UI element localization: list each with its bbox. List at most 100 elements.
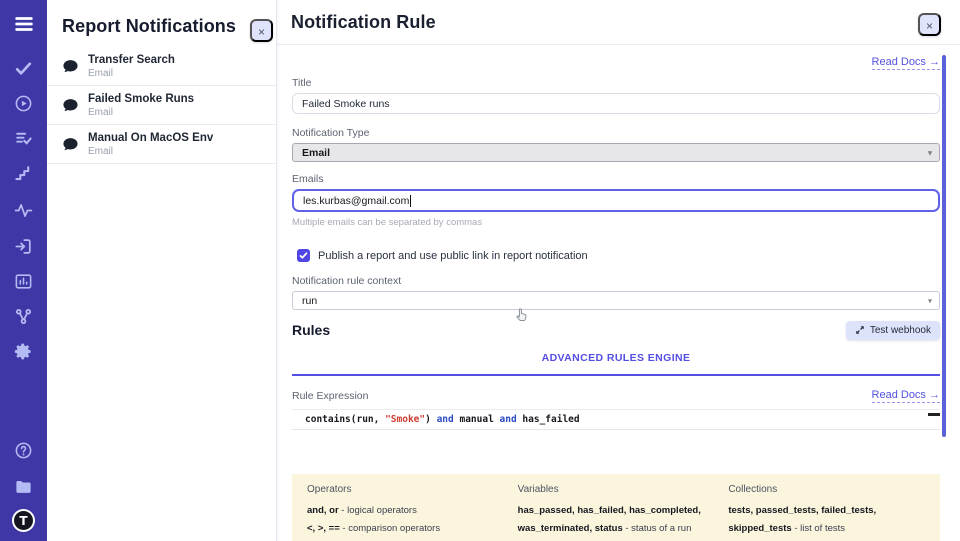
collections-rows: tests, passed_tests, failed_tests, skipp… xyxy=(728,502,925,541)
play-circle-icon[interactable] xyxy=(13,92,35,114)
help-row: automated, manual - type of a run xyxy=(518,537,715,541)
code-token: contains(run, xyxy=(305,414,385,425)
notification-item-text: Manual On MacOS Env Email xyxy=(88,132,213,157)
publish-checkbox[interactable] xyxy=(297,249,310,262)
code-token: ) xyxy=(425,414,436,425)
gear-icon[interactable] xyxy=(13,340,35,362)
help-term: was_terminated, status xyxy=(518,523,623,534)
steps-icon[interactable] xyxy=(13,162,35,184)
code-token: and xyxy=(437,414,454,425)
notification-item-title: Failed Smoke Runs xyxy=(88,93,194,105)
notification-type-label: Notification Type xyxy=(292,127,940,139)
app-window: T Report Notifications × Transfer Search… xyxy=(0,0,960,541)
help-desc: - list of tests xyxy=(792,523,845,534)
help-row: and, or - logical operators xyxy=(307,502,504,520)
help-row: failed_tests.size - number of items in c… xyxy=(728,537,925,541)
notification-item-title: Manual On MacOS Env xyxy=(88,132,213,144)
chevron-down-icon: ▾ xyxy=(928,148,932,157)
tab-advanced-rules-engine[interactable]: ADVANCED RULES ENGINE xyxy=(542,352,691,364)
title-label: Title xyxy=(292,77,940,89)
expression-code-line: contains(run, "Smoke") and manual and ha… xyxy=(292,410,940,430)
variables-heading: Variables xyxy=(518,484,715,495)
text-caret xyxy=(410,195,411,207)
variables-rows: has_passed, has_failed, has_completed,wa… xyxy=(518,502,715,541)
operators-rows: and, or - logical operators<, >, == - co… xyxy=(307,502,504,541)
help-row: <, >, == - comparison operators xyxy=(307,520,504,538)
menu-icon[interactable] xyxy=(13,13,35,35)
context-select[interactable]: run ▾ xyxy=(292,291,940,310)
help-desc: - comparison operators xyxy=(340,523,440,534)
chat-bubble-icon xyxy=(62,58,79,75)
operators-heading: Operators xyxy=(307,484,504,495)
rule-expression-editor[interactable]: contains(run, "Smoke") and manual and ha… xyxy=(292,409,940,474)
panel-title: Report Notifications xyxy=(47,0,276,37)
emails-input[interactable]: les.kurbas@gmail.com xyxy=(292,189,940,212)
context-label: Notification rule context xyxy=(292,275,940,287)
help-desc: - logical operators xyxy=(339,505,417,516)
rules-heading: Rules xyxy=(292,322,330,338)
help-row: has_passed, has_failed, has_completed, xyxy=(518,502,715,520)
publish-checkbox-label: Publish a report and use public link in … xyxy=(318,250,588,262)
expression-help-panel: Operators and, or - logical operators<, … xyxy=(292,474,940,541)
bar-chart-icon[interactable] xyxy=(13,270,35,292)
diagonal-arrows-icon xyxy=(855,325,865,335)
help-row: was_terminated, status - status of a run xyxy=(518,520,715,538)
code-token: and xyxy=(500,414,517,425)
help-column-collections: Collections tests, passed_tests, failed_… xyxy=(728,484,925,541)
close-panel-button[interactable]: × xyxy=(250,19,273,42)
help-column-operators: Operators and, or - logical operators<, … xyxy=(307,484,504,541)
help-term: <, >, == xyxy=(307,523,340,534)
read-docs-link-rules[interactable]: Read Docs → xyxy=(872,389,940,403)
sidebar: T xyxy=(0,0,47,541)
help-icon[interactable] xyxy=(13,439,35,461)
code-token: manual xyxy=(454,414,500,425)
collections-heading: Collections xyxy=(728,484,925,495)
vertical-scrollbar-thumb[interactable] xyxy=(942,55,946,437)
rules-tab-bar: ADVANCED RULES ENGINE xyxy=(292,348,940,376)
branch-icon[interactable] xyxy=(13,305,35,327)
check-icon[interactable] xyxy=(13,57,35,79)
editor-dash-marker xyxy=(928,413,940,416)
notification-list-item[interactable]: Manual On MacOS Env Email xyxy=(47,125,276,164)
publish-checkbox-row: Publish a report and use public link in … xyxy=(297,249,940,262)
activity-icon[interactable] xyxy=(13,199,35,221)
notification-item-channel: Email xyxy=(88,107,194,118)
notification-item-title: Transfer Search xyxy=(88,54,175,66)
read-docs-link-top[interactable]: Read Docs → xyxy=(872,56,940,70)
chevron-down-icon: ▾ xyxy=(928,296,932,305)
help-desc: - status of a run xyxy=(623,523,692,534)
notification-item-channel: Email xyxy=(88,146,213,157)
folder-icon[interactable] xyxy=(13,475,35,497)
notification-type-select[interactable]: Email ▾ xyxy=(292,143,940,162)
app-logo[interactable]: T xyxy=(12,509,35,532)
rule-expression-label: Rule Expression xyxy=(292,390,368,402)
chat-bubble-icon xyxy=(62,136,79,153)
test-webhook-button[interactable]: Test webhook xyxy=(846,321,940,340)
report-notifications-panel: Report Notifications × Transfer Search E… xyxy=(47,0,277,541)
close-rule-button[interactable]: × xyxy=(918,13,941,36)
docs-row-top: Read Docs → xyxy=(292,52,940,67)
notification-type-value: Email xyxy=(302,147,330,159)
title-input[interactable] xyxy=(292,93,940,114)
context-value: run xyxy=(302,295,317,307)
rule-form: Read Docs → Title Notification Type Emai… xyxy=(277,52,960,541)
code-token: has_failed xyxy=(517,414,580,425)
help-row: contains(A,B) - checks inclusion of B in… xyxy=(307,537,504,541)
notification-list-item[interactable]: Transfer Search Email xyxy=(47,47,276,86)
expression-row: Rule Expression Read Docs → xyxy=(292,389,940,403)
checkmark-icon xyxy=(299,251,308,260)
notification-rule-panel: Notification Rule × Read Docs → Title No… xyxy=(277,0,960,541)
logo-letter: T xyxy=(14,511,33,530)
notification-item-text: Failed Smoke Runs Email xyxy=(88,93,194,118)
help-column-variables: Variables has_passed, has_failed, has_co… xyxy=(518,484,715,541)
help-row: tests, passed_tests, failed_tests, skipp… xyxy=(728,502,925,537)
rule-title: Notification Rule xyxy=(277,0,960,33)
chat-bubble-icon xyxy=(62,97,79,114)
test-webhook-label: Test webhook xyxy=(870,325,931,336)
notification-list-item[interactable]: Failed Smoke Runs Email xyxy=(47,86,276,125)
import-icon[interactable] xyxy=(13,235,35,257)
notification-item-channel: Email xyxy=(88,68,175,79)
rule-header: Notification Rule × xyxy=(277,0,960,45)
emails-hint: Multiple emails can be separated by comm… xyxy=(292,217,940,228)
list-check-icon[interactable] xyxy=(13,127,35,149)
